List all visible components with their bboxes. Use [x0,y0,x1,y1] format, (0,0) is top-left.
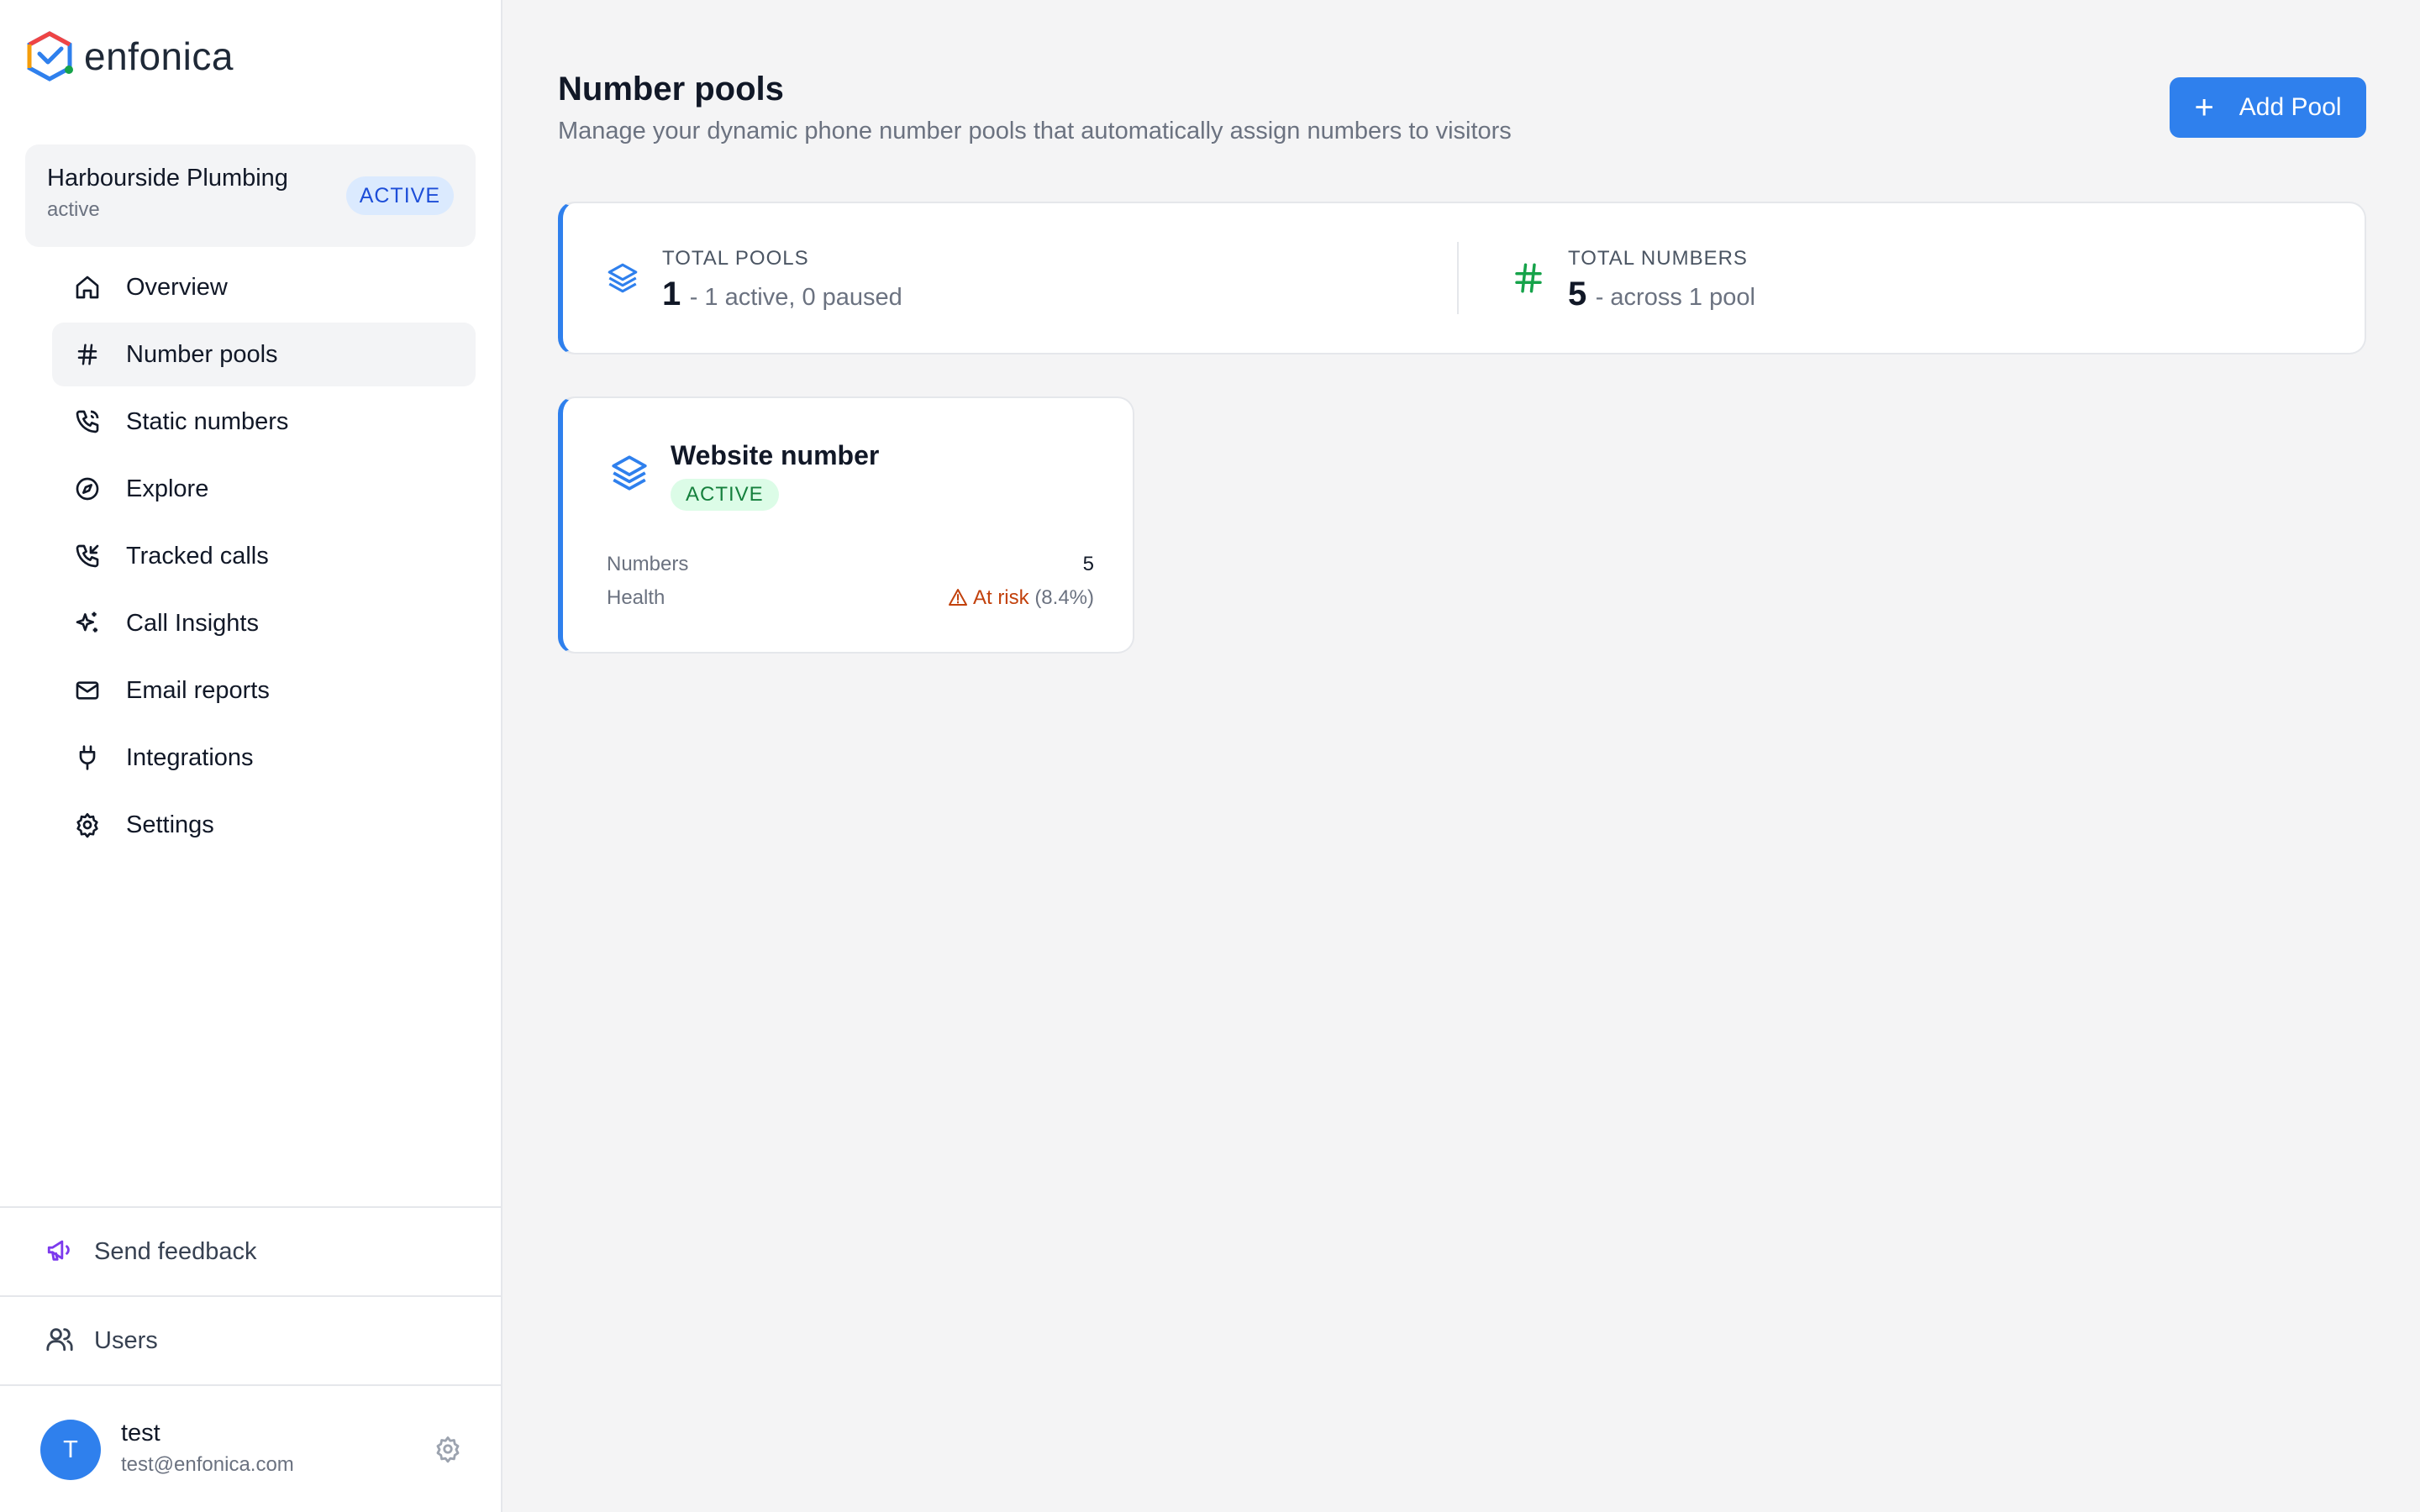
sidebar-item-overview[interactable]: Overview [52,255,476,319]
pool-health-label: Health [607,586,666,609]
sidebar-item-label: Number pools [126,340,278,368]
stat-divider [1457,242,1459,314]
stat-description: - 1 active, 0 paused [689,283,902,311]
sidebar-item-label: Overview [126,273,228,301]
compass-icon [72,474,103,504]
layers-icon [608,452,650,498]
user-name: test [121,1420,160,1446]
send-feedback-label: Send feedback [94,1237,257,1265]
avatar: T [40,1420,101,1480]
health-status: At risk [972,586,1029,609]
users-label: Users [94,1326,158,1354]
send-feedback-button[interactable]: Send feedback [0,1206,501,1295]
add-pool-label: Add Pool [2238,93,2342,121]
mail-icon [72,675,103,706]
phone-icon [72,407,103,437]
plus-icon: + [2194,89,2214,126]
status-badge: ACTIVE [671,479,779,511]
stat-label: TOTAL POOLS [662,246,809,270]
stat-description: - across 1 pool [1595,283,1755,311]
health-percentage: (8.4%) [1034,586,1094,609]
layers-icon [605,260,640,300]
account-status: active [47,198,100,221]
user-settings-gear-icon[interactable] [434,1435,462,1467]
stat-value: 5 [1568,275,1587,312]
stat-value: 1 [662,275,681,312]
pool-numbers-value: 5 [1082,553,1094,575]
sidebar-item-label: Settings [126,811,214,838]
sidebar-item-tracked-calls[interactable]: Tracked calls [52,524,476,588]
sidebar-item-email-reports[interactable]: Email reports [52,659,476,722]
brand-name: enfonica [84,34,234,78]
warning-icon [948,589,967,606]
hash-icon [72,339,103,370]
sidebar-item-settings[interactable]: Settings [52,793,476,857]
pool-health-value: At risk (8.4%) [948,586,1094,610]
home-icon [72,272,103,302]
hash-icon [1511,260,1546,300]
sidebar-footer: Send feedback Users T test test@enfonica… [0,1206,501,1512]
account-name: Harbourside Plumbing [47,165,288,192]
sidebar-item-explore[interactable]: Explore [52,457,476,521]
sidebar-item-label: Static numbers [126,407,289,435]
sidebar-item-label: Call Insights [126,609,259,637]
sidebar: enfonica Harbourside Plumbing active ACT… [0,0,502,1512]
sparkles-icon [72,608,103,638]
add-pool-button[interactable]: + Add Pool [2170,77,2366,138]
stat-label: TOTAL NUMBERS [1568,246,1748,270]
stat-total-numbers: TOTAL NUMBERS 5 - across 1 pool [1511,203,1755,356]
sidebar-nav: Overview Number pools Static numbers Exp… [52,255,476,860]
sidebar-item-label: Integrations [126,743,254,771]
pool-health-row: Health At risk (8.4%) [607,586,1094,610]
sidebar-item-label: Explore [126,475,209,502]
sidebar-item-number-pools[interactable]: Number pools [52,323,476,386]
users-icon [45,1325,74,1357]
sidebar-item-label: Tracked calls [126,542,269,570]
user-email: test@enfonica.com [121,1453,294,1476]
sidebar-item-static-numbers[interactable]: Static numbers [52,390,476,454]
page-subtitle: Manage your dynamic phone number pools t… [558,118,1512,144]
page-title: Number pools [558,71,784,108]
sidebar-item-label: Email reports [126,676,270,704]
phone-incoming-icon [72,541,103,571]
users-button[interactable]: Users [0,1295,501,1384]
brand-logo[interactable]: enfonica [25,30,234,82]
gear-icon [72,810,103,840]
sidebar-item-integrations[interactable]: Integrations [52,726,476,790]
user-profile[interactable]: T test test@enfonica.com [0,1384,501,1512]
plug-icon [72,743,103,773]
pool-name: Website number [671,440,880,470]
enfonica-logo-icon [27,31,73,81]
account-switcher[interactable]: Harbourside Plumbing active ACTIVE [25,144,476,247]
sidebar-item-call-insights[interactable]: Call Insights [52,591,476,655]
account-status-badge: ACTIVE [345,176,454,215]
pool-numbers-label: Numbers [607,553,689,575]
megaphone-icon [45,1236,74,1268]
pool-stats-card: TOTAL POOLS 1 - 1 active, 0 paused TOTAL… [558,202,2366,354]
pool-card-website-number[interactable]: Website number ACTIVE Numbers 5 Health A… [558,396,1134,654]
stat-total-pools: TOTAL POOLS 1 - 1 active, 0 paused [605,203,902,356]
pool-numbers-row: Numbers 5 [607,553,1094,576]
